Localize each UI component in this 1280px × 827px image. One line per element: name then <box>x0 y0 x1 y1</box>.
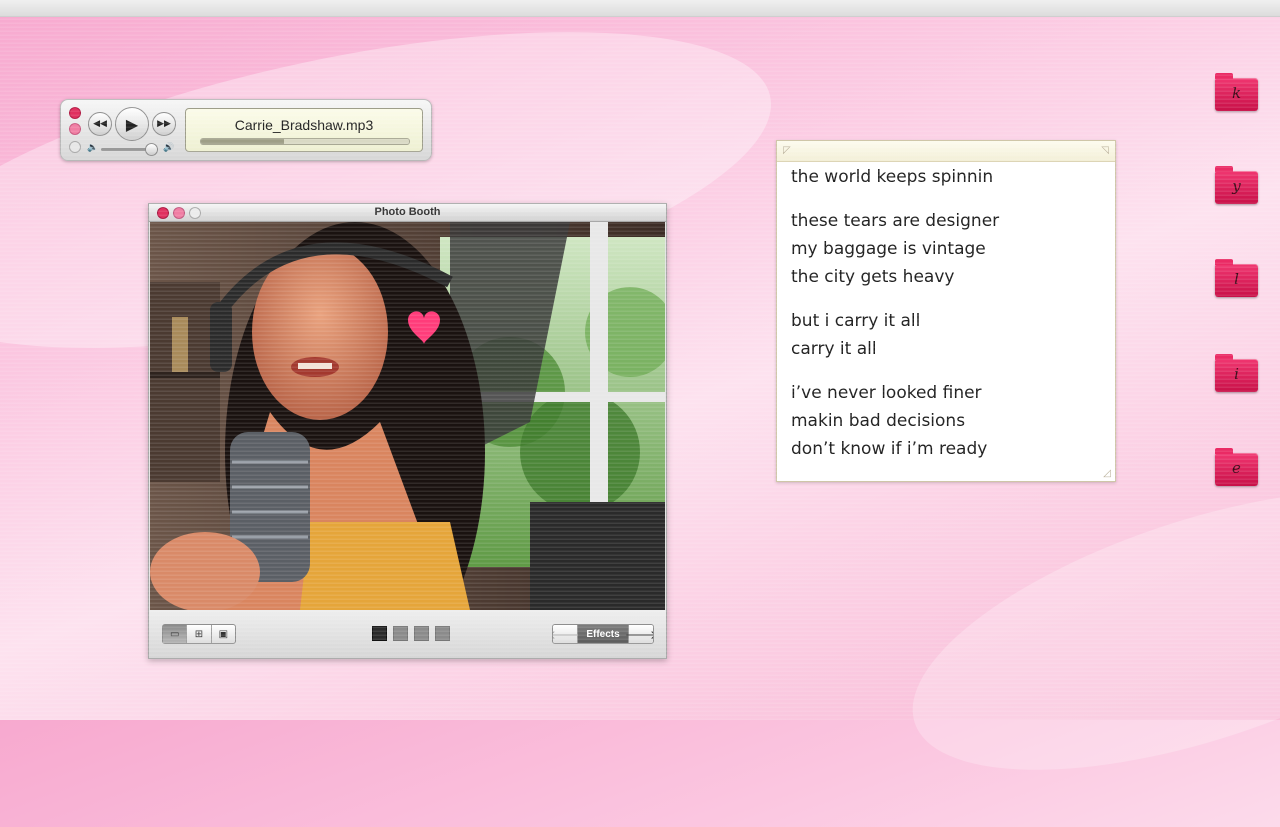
background-swoosh <box>880 432 1280 827</box>
lyric-line: but i carry it all <box>791 311 921 331</box>
filmstrip-icon: ▣ <box>218 628 229 640</box>
folder-icon[interactable]: i <box>1215 354 1258 392</box>
lyric-stanza: but i carry it all carry it all <box>791 307 1111 363</box>
lyric-line: don’t know if i’m ready <box>791 439 988 459</box>
lyrics-text: the world keeps spinnin these tears are d… <box>791 163 1111 479</box>
playback-progress-bar[interactable] <box>200 138 410 145</box>
folder-icon[interactable]: l <box>1215 259 1258 297</box>
play-icon: ▶ <box>125 114 139 134</box>
folder-letter: l <box>1234 270 1239 288</box>
single-photo-icon: ▭ <box>169 628 180 640</box>
folder-letter: i <box>1234 365 1239 383</box>
volume-low-icon: 🔈 <box>87 143 99 153</box>
fast-forward-icon: ▶▶ <box>157 119 171 129</box>
page-dot[interactable] <box>435 626 450 641</box>
folder-icon[interactable]: e <box>1215 448 1258 486</box>
filmstrip-view-button[interactable]: ▣ <box>212 625 235 643</box>
folder-letter: k <box>1231 84 1242 102</box>
lyric-line: i’ve never looked finer <box>791 383 982 403</box>
single-photo-view-button[interactable]: ▭ <box>163 625 188 643</box>
lyric-line: the city gets heavy <box>791 267 955 287</box>
page-dot[interactable] <box>372 626 387 641</box>
lyric-line: carry it all <box>791 339 877 359</box>
track-title: Carrie_Bradshaw.mp3 <box>234 117 374 133</box>
window-title: Photo Booth <box>374 206 441 218</box>
lyric-line: these tears are designer <box>791 211 1000 231</box>
volume-slider-knob[interactable] <box>145 143 158 156</box>
lyric-line: my baggage is vintage <box>791 239 986 259</box>
page-dot[interactable] <box>414 626 429 641</box>
note-title-bar[interactable]: ◸ ◹ <box>777 141 1115 162</box>
lyric-line: the world keeps spinnin <box>791 167 994 187</box>
camera-preview <box>150 222 665 610</box>
resize-handle-icon[interactable]: ◿ <box>1103 468 1111 479</box>
zoom-button[interactable] <box>69 141 81 153</box>
rewind-icon: ◀◀ <box>93 119 107 129</box>
lyric-stanza: i’ve never looked finer makin bad decisio… <box>791 379 1111 463</box>
minimize-button[interactable] <box>69 123 81 135</box>
effects-button[interactable]: Effects <box>578 625 628 643</box>
folder-icon[interactable]: y <box>1215 166 1258 204</box>
arrow-right-icon: 🡒 <box>624 627 654 642</box>
lyric-stanza: the world keeps spinnin <box>791 163 1111 191</box>
folder-letter: e <box>1232 459 1241 477</box>
close-button[interactable] <box>69 107 81 119</box>
effects-control: 🡐 Effects 🡒 <box>552 624 654 644</box>
view-mode-selector: ▭ ⊞ ▣ <box>162 624 236 644</box>
effects-page-indicator <box>372 626 450 641</box>
now-playing-display: Carrie_Bradshaw.mp3 <box>185 108 423 152</box>
photo-booth-window: Photo Booth ▭ ⊞ ▣ 🡐 Effects 🡒 <box>148 203 667 659</box>
lyrics-note-window: ◸ ◹ the world keeps spinnin these tears a… <box>776 140 1116 482</box>
playback-progress-fill <box>201 139 285 144</box>
corner-fold-icon: ◹ <box>1101 145 1109 156</box>
rewind-button[interactable]: ◀◀ <box>88 112 112 136</box>
page-dot[interactable] <box>393 626 408 641</box>
window-title-bar[interactable]: Photo Booth <box>149 204 666 222</box>
play-button[interactable]: ▶ <box>115 107 149 141</box>
lyric-stanza: these tears are designer my baggage is vi… <box>791 207 1111 291</box>
folder-letter: y <box>1232 177 1241 195</box>
corner-fold-icon: ◸ <box>783 145 791 156</box>
lyric-line: makin bad decisions <box>791 411 966 431</box>
folder-icon[interactable]: k <box>1215 73 1258 111</box>
next-effect-button[interactable]: 🡒 <box>624 625 654 643</box>
photo-booth-toolbar: ▭ ⊞ ▣ 🡐 Effects 🡒 <box>149 610 666 658</box>
fast-forward-button[interactable]: ▶▶ <box>152 112 176 136</box>
previous-effect-button[interactable]: 🡐 <box>552 625 582 643</box>
camera-preview-image <box>150 222 665 610</box>
grid-icon: ⊞ <box>194 628 204 640</box>
grid-view-button[interactable]: ⊞ <box>187 625 212 643</box>
music-player: ◀◀ ▶ ▶▶ 🔈 🔊 Carrie_Bradshaw.mp3 <box>60 99 432 161</box>
top-bar <box>0 0 1280 17</box>
volume-high-icon: 🔊 <box>163 143 175 153</box>
arrow-left-icon: 🡐 <box>552 627 582 642</box>
